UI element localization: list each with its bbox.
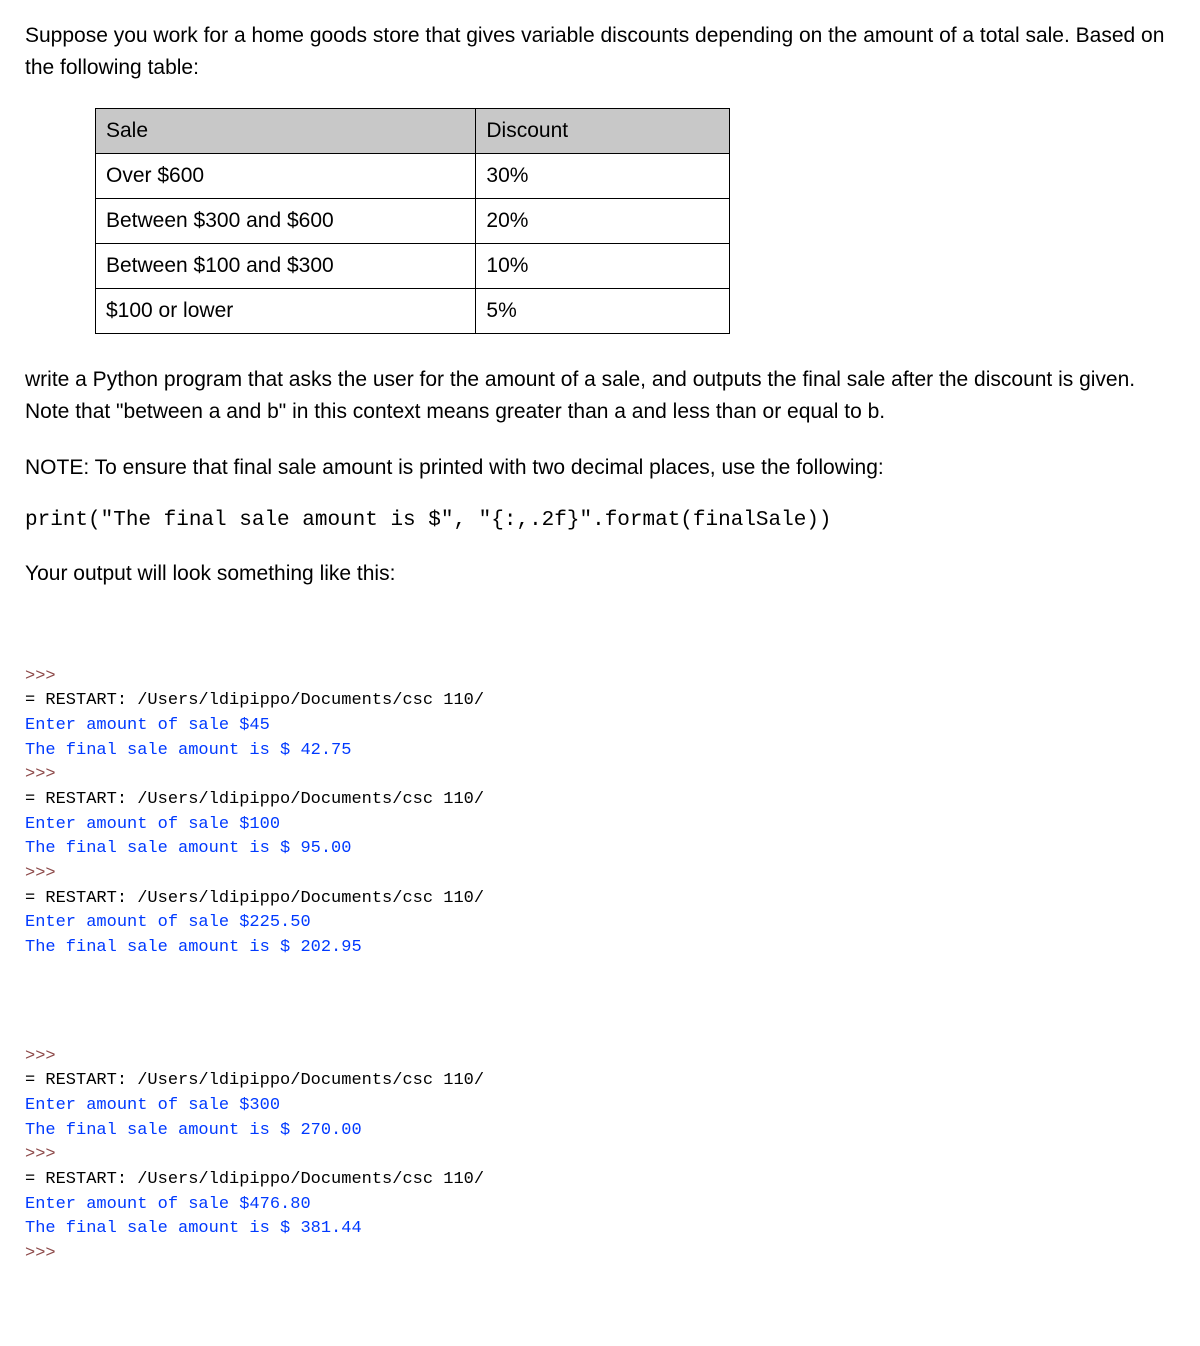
note-paragraph: NOTE: To ensure that final sale amount i… <box>25 452 1175 484</box>
table-row: Between $300 and $600 20% <box>96 199 730 244</box>
table-cell: Between $300 and $600 <box>96 199 476 244</box>
table-cell: Between $100 and $300 <box>96 244 476 289</box>
table-row: Between $100 and $300 10% <box>96 244 730 289</box>
console-line: The final sale amount is $ 202.95 <box>25 936 1175 961</box>
console-line: Enter amount of sale $45 <box>25 714 1175 739</box>
console-line: >>> <box>25 862 1175 887</box>
intro-paragraph: Suppose you work for a home goods store … <box>25 20 1175 83</box>
console-line: >>> <box>25 665 1175 690</box>
table-cell: Over $600 <box>96 154 476 199</box>
console-line: >>> <box>25 1143 1175 1168</box>
console-line: >>> <box>25 763 1175 788</box>
code-example: print("The final sale amount is $", "{:,… <box>25 509 1175 532</box>
console-line: The final sale amount is $ 42.75 <box>25 739 1175 764</box>
console-block-1: >>>= RESTART: /Users/ldipippo/Documents/… <box>25 665 1175 961</box>
console-line: = RESTART: /Users/ldipippo/Documents/csc… <box>25 1168 1175 1193</box>
console-line: Enter amount of sale $100 <box>25 813 1175 838</box>
discount-table: Sale Discount Over $600 30% Between $300… <box>95 108 730 334</box>
console-line: The final sale amount is $ 270.00 <box>25 1119 1175 1144</box>
body-paragraph: write a Python program that asks the use… <box>25 364 1175 427</box>
console-line: Enter amount of sale $225.50 <box>25 911 1175 936</box>
console-output: >>>= RESTART: /Users/ldipippo/Documents/… <box>25 616 1175 1327</box>
table-cell: 20% <box>476 199 730 244</box>
table-cell: 30% <box>476 154 730 199</box>
console-line: >>> <box>25 1242 1175 1267</box>
table-row: Over $600 30% <box>96 154 730 199</box>
table-header-sale: Sale <box>96 109 476 154</box>
table-row: $100 or lower 5% <box>96 289 730 334</box>
table-cell: 10% <box>476 244 730 289</box>
console-line: Enter amount of sale $300 <box>25 1094 1175 1119</box>
console-line: = RESTART: /Users/ldipippo/Documents/csc… <box>25 887 1175 912</box>
console-block-2: >>>= RESTART: /Users/ldipippo/Documents/… <box>25 1045 1175 1267</box>
console-line: = RESTART: /Users/ldipippo/Documents/csc… <box>25 788 1175 813</box>
console-line: = RESTART: /Users/ldipippo/Documents/csc… <box>25 1069 1175 1094</box>
console-line: The final sale amount is $ 95.00 <box>25 837 1175 862</box>
table-cell: 5% <box>476 289 730 334</box>
console-line: = RESTART: /Users/ldipippo/Documents/csc… <box>25 689 1175 714</box>
console-line: Enter amount of sale $476.80 <box>25 1193 1175 1218</box>
table-header-discount: Discount <box>476 109 730 154</box>
table-cell: $100 or lower <box>96 289 476 334</box>
discount-table-container: Sale Discount Over $600 30% Between $300… <box>95 108 1175 334</box>
console-line: The final sale amount is $ 381.44 <box>25 1217 1175 1242</box>
console-line: >>> <box>25 1045 1175 1070</box>
output-label: Your output will look something like thi… <box>25 562 1175 586</box>
